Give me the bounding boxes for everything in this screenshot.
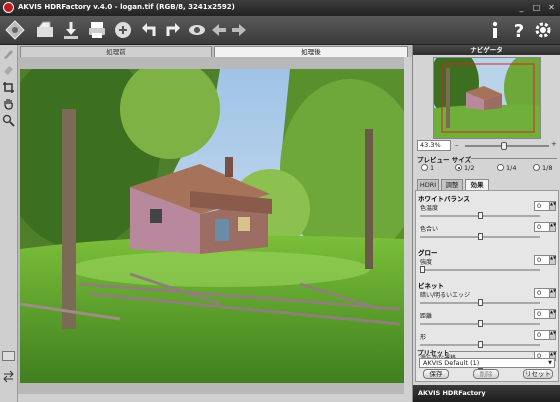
shape-field[interactable]: 0 ▲▼	[534, 330, 556, 340]
tint-field[interactable]: 0 ▲▼	[534, 222, 556, 232]
help-icon[interactable]: ?	[508, 19, 530, 42]
history-brush-icon[interactable]	[2, 47, 15, 60]
color-swatch[interactable]	[2, 351, 15, 361]
dark-light-edge-label: 暗い/明るいエッジ	[420, 292, 471, 299]
tab-adjust[interactable]: 調整	[441, 179, 463, 190]
preview-size-1[interactable]: 1	[421, 164, 434, 172]
toolbar: ?	[0, 16, 560, 45]
preview-size-1-2[interactable]: 1/2	[455, 164, 474, 172]
tint-slider[interactable]	[420, 233, 540, 240]
crop-icon[interactable]	[2, 81, 15, 94]
radio-dot	[421, 164, 428, 171]
zoom-icon[interactable]	[2, 114, 15, 127]
undo-icon[interactable]	[138, 19, 160, 41]
dark-light-edge-field[interactable]: 0 ▲▼	[534, 288, 556, 298]
presets-title: プリセット	[417, 349, 450, 357]
svg-text:?: ?	[514, 21, 524, 41]
back-arrow-icon[interactable]	[208, 19, 230, 41]
forward-arrow-icon[interactable]	[228, 19, 250, 41]
glow-strength-slider-knob[interactable]	[420, 266, 425, 273]
maximize-button[interactable]: □	[530, 2, 543, 13]
temperature-slider-knob[interactable]	[478, 212, 483, 219]
glow-title: グロー	[418, 249, 438, 257]
glow-strength-field[interactable]: 0 ▲▼	[534, 255, 556, 265]
preview-size-title: プレビュー サイズ	[417, 156, 472, 164]
close-button[interactable]: ✕	[545, 2, 558, 13]
settings-panel: ナビゲータ 43.3% – + プレビュー サイズ 1 1/2 1/4 1/8 …	[412, 45, 560, 402]
print-icon[interactable]	[86, 19, 108, 41]
tab-hdri[interactable]: HDRI	[417, 179, 439, 190]
options-eye-icon[interactable]	[186, 19, 208, 41]
minimize-button[interactable]: _	[515, 2, 528, 13]
temperature-field[interactable]: 0 ▲▼	[534, 201, 556, 211]
glow-strength-label: 強度	[420, 259, 433, 266]
share-icon[interactable]	[112, 19, 134, 41]
chevron-down-icon: ▼	[548, 360, 552, 366]
white-balance-title: ホワイトバランス	[418, 195, 470, 203]
dark-light-edge-slider[interactable]	[420, 299, 540, 306]
distance-label: 距離	[420, 313, 433, 320]
zoom-row: 43.3% – +	[415, 140, 559, 152]
left-toolbar	[0, 45, 18, 402]
app-logo-icon	[4, 19, 30, 41]
vertical-scrollbar[interactable]	[404, 57, 412, 402]
shape-slider-knob[interactable]	[478, 341, 483, 348]
hdr-photo[interactable]	[20, 69, 404, 383]
zoom-out-icon[interactable]: –	[455, 141, 463, 150]
shape-slider[interactable]	[420, 341, 540, 348]
view-tabs: 処理前 処理後	[18, 45, 412, 57]
title-bar: AKVIS HDRFactory v.4.0 - logan.tif (RGB/…	[0, 0, 560, 16]
save-preset-button[interactable]: 保存	[423, 369, 449, 379]
zoom-slider-knob[interactable]	[501, 142, 507, 150]
swap-icon[interactable]	[2, 370, 15, 383]
hand-icon[interactable]	[2, 97, 15, 110]
divider	[449, 351, 557, 352]
app-logo-icon	[3, 2, 14, 13]
zoom-slider[interactable]	[465, 142, 549, 150]
tint-label: 色合い	[420, 226, 439, 233]
settings-gear-icon[interactable]	[532, 19, 554, 41]
tint-slider-knob[interactable]	[478, 233, 483, 240]
temperature-slider[interactable]	[420, 212, 540, 219]
save-icon[interactable]	[60, 19, 82, 41]
tab-before[interactable]: 処理前	[20, 46, 212, 57]
distance-field[interactable]: 0 ▲▼	[534, 309, 556, 319]
reset-button[interactable]: リセット	[523, 369, 553, 379]
vignette-title: ビネット	[418, 282, 444, 290]
image-canvas[interactable]	[18, 57, 412, 402]
dark-light-edge-slider-knob[interactable]	[478, 299, 483, 306]
tab-after[interactable]: 処理後	[214, 46, 408, 57]
navigator-thumbnail[interactable]	[433, 57, 541, 139]
preset-select[interactable]: AKVIS Default (1) ▼	[419, 358, 555, 368]
redo-icon[interactable]	[162, 19, 184, 41]
preview-size-1-8[interactable]: 1/8	[533, 164, 552, 172]
zoom-field[interactable]: 43.3%	[417, 140, 451, 151]
panel-tabs: HDRI 調整 効果	[415, 179, 559, 190]
window-title: AKVIS HDRFactory v.4.0 - logan.tif (RGB/…	[18, 3, 235, 11]
preview-size-1-4[interactable]: 1/4	[497, 164, 516, 172]
brand-footer: AKVIS HDRFactory	[413, 385, 560, 402]
distance-slider[interactable]	[420, 320, 540, 327]
info-icon[interactable]	[484, 19, 506, 41]
zoom-in-icon[interactable]: +	[551, 140, 559, 149]
navigator-header: ナビゲータ	[413, 45, 560, 55]
radio-dot	[455, 164, 462, 171]
radio-dot	[533, 164, 540, 171]
delete-preset-button[interactable]: 削除	[473, 369, 499, 379]
shape-label: 形	[420, 334, 427, 341]
tab-effects[interactable]: 効果	[465, 179, 489, 190]
divider	[471, 158, 557, 159]
distance-slider-knob[interactable]	[478, 320, 483, 327]
open-icon[interactable]	[34, 19, 56, 41]
eraser-icon[interactable]	[2, 63, 15, 76]
horizontal-scrollbar[interactable]	[18, 394, 412, 402]
temperature-label: 色温度	[420, 205, 439, 212]
radio-dot	[497, 164, 504, 171]
glow-strength-slider[interactable]	[420, 266, 540, 273]
